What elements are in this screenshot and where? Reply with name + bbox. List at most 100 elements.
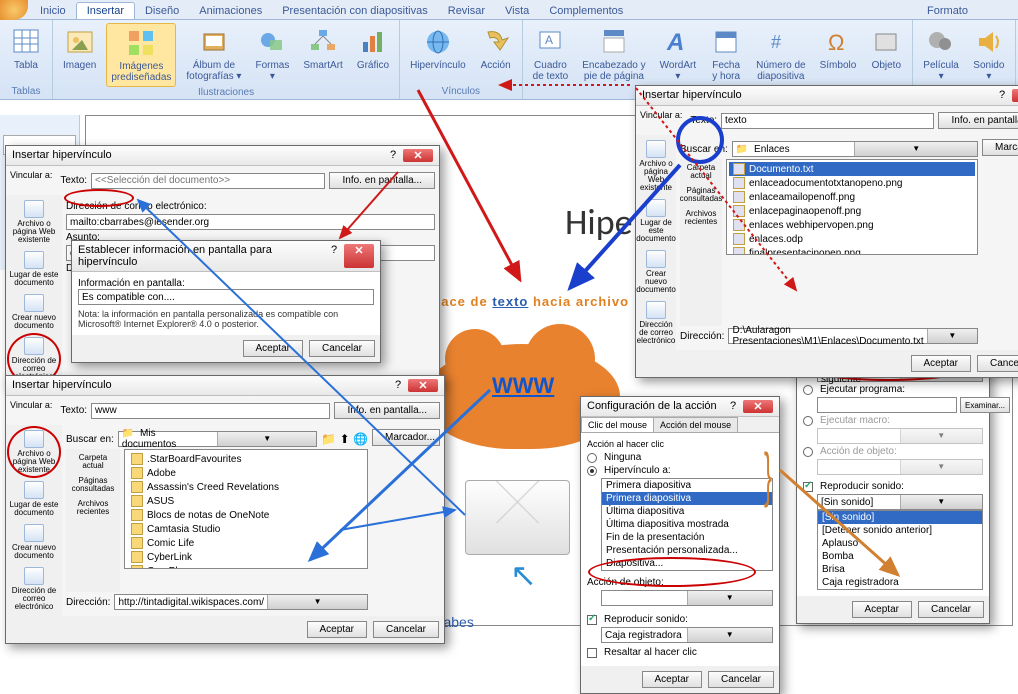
btn-accion[interactable]: Acción [476, 23, 516, 86]
file-item[interactable]: GomPlayer [127, 564, 365, 569]
slide-option[interactable]: Diapositiva... [602, 557, 772, 570]
programa-input[interactable] [817, 397, 957, 413]
tab-insertar[interactable]: Insertar [76, 2, 135, 19]
tab-vista[interactable]: Vista [495, 3, 539, 19]
file-item[interactable]: .StarBoardFavourites [127, 452, 365, 466]
btn-numero[interactable]: #Número de diapositiva [752, 23, 809, 86]
tab-formato[interactable]: Formato [917, 3, 978, 19]
chk-reproducir[interactable] [803, 482, 813, 492]
btn-encabezado[interactable]: Encabezado y pie de página [578, 23, 649, 86]
tab-inicio[interactable]: Inicio [30, 3, 76, 19]
sound-list[interactable]: [Sin sonido][Detener sonido anterior]Apl… [817, 510, 983, 590]
btn-grafico[interactable]: Gráfico [353, 23, 393, 87]
file-item[interactable]: enlaces.odp [729, 232, 975, 246]
tab-revisar[interactable]: Revisar [438, 3, 495, 19]
carpeta-actual[interactable]: Carpeta actual [68, 451, 118, 473]
file-item[interactable]: Blocs de notas de OneNote [127, 508, 365, 522]
cancelar-btn[interactable]: Cancelar [918, 601, 984, 618]
file-item[interactable]: CyberLink [127, 550, 365, 564]
aceptar-btn[interactable]: Aceptar [911, 355, 971, 372]
linkto-lugar[interactable]: Lugar de este documento [8, 478, 60, 520]
radio-hiper[interactable] [587, 466, 597, 476]
archivos-recientes[interactable]: Archivos recientes [68, 497, 118, 519]
cancelar-btn[interactable]: Cancelar [309, 340, 375, 357]
radio-obj[interactable] [803, 447, 813, 457]
file-list-enlaces[interactable]: Documento.txtenlaceadocumentotxtanopeno.… [726, 159, 978, 255]
tab-diseno[interactable]: Diseño [135, 3, 189, 19]
texto-input[interactable] [91, 173, 325, 189]
sonido-combo-2[interactable]: [Sin sonido]▼ [817, 494, 983, 510]
file-item[interactable]: finalpresentacinopen.png [729, 246, 975, 255]
linkto-lugar[interactable]: Lugar de este documento [638, 196, 674, 246]
linkto-lugar[interactable]: Lugar de este documento [8, 248, 60, 290]
slide-option[interactable]: Primera diapositiva [602, 492, 772, 505]
btn-album[interactable]: Álbum de fotografías ▾ [182, 23, 245, 87]
file-item[interactable]: enlaces webhipervopen.png [729, 218, 975, 232]
file-item[interactable]: Adobe [127, 466, 365, 480]
close-button[interactable]: ✕ [408, 379, 438, 392]
btn-sonido[interactable]: Sonido ▾ [969, 23, 1009, 86]
btn-wordart[interactable]: AWordArt ▾ [656, 23, 701, 86]
radio-ninguna[interactable] [587, 453, 597, 463]
chk-resaltar[interactable] [587, 648, 597, 658]
slide-option[interactable]: Última diapositiva mostrada [602, 518, 772, 531]
aceptar-btn[interactable]: Aceptar [243, 340, 303, 357]
archivos-recientes[interactable]: Archivos recientes [682, 207, 720, 229]
file-item[interactable]: Camtasia Studio [127, 522, 365, 536]
btn-predisenadas[interactable]: Imágenes prediseñadas [106, 23, 176, 87]
slide-target-list[interactable]: Primera diapositivaPrimera diapositivaÚl… [601, 478, 773, 571]
aceptar-btn[interactable]: Aceptar [307, 621, 367, 638]
linkto-nuevo[interactable]: Crear nuevo documento [8, 291, 60, 333]
cancelar-btn[interactable]: Cancelar [977, 355, 1018, 372]
btn-cuadro[interactable]: ACuadro de texto [529, 23, 573, 86]
aceptar-btn[interactable]: Aceptar [852, 601, 912, 618]
linkto-archivo[interactable]: Archivo o página Web existente [638, 137, 674, 195]
file-item[interactable]: Comic Life [127, 536, 365, 550]
direccion-combo[interactable]: D:\Aularagon Presentaciones\M1\Enlaces\D… [728, 328, 978, 344]
marcador-btn[interactable]: Marcador... [372, 429, 440, 446]
aceptar-btn[interactable]: Aceptar [642, 671, 702, 688]
tab-click[interactable]: Clic del mouse [581, 417, 654, 432]
texto-input[interactable] [91, 403, 330, 419]
linkto-archivo[interactable]: Archivo o página Web existente [8, 427, 60, 477]
file-item[interactable]: enlaceamailopenoff.png [729, 190, 975, 204]
paginas-consultadas[interactable]: Páginas consultadas [68, 474, 118, 496]
close-button[interactable]: ✕ [344, 244, 374, 268]
sonido-combo[interactable]: Caja registradora▼ [601, 627, 773, 643]
file-item[interactable]: Assassin's Creed Revelations [127, 480, 365, 494]
close-button[interactable]: ✕ [1012, 89, 1018, 102]
file-item[interactable]: enlaceadocumentotxtanopeno.png [729, 176, 975, 190]
tab-presentacion[interactable]: Presentación con diapositivas [272, 3, 438, 19]
btn-pelicula[interactable]: Película ▾ [919, 23, 963, 86]
buscar-combo[interactable]: 📁 Mis documentos▼ [118, 431, 318, 447]
info-pantalla-btn[interactable]: Info. en pantalla... [938, 112, 1018, 129]
info-pantalla-btn[interactable]: Info. en pantalla... [329, 172, 435, 189]
chk-reproducir[interactable] [587, 615, 597, 625]
slide-option[interactable]: Fin de la presentación [602, 531, 772, 544]
btn-hipervinculo[interactable]: Hipervínculo [406, 23, 470, 86]
linkto-correo[interactable]: Dirección de correo electrónico [638, 298, 674, 348]
btn-objeto[interactable]: Objeto [866, 23, 906, 86]
examinar-btn[interactable]: Examinar... [960, 397, 1010, 413]
direccion-combo[interactable]: http://tintadigital.wikispaces.com/▼ [114, 594, 368, 610]
sound-option[interactable]: Aplauso [818, 537, 982, 550]
accion-obj-combo[interactable]: ▼ [601, 590, 773, 606]
info-pantalla-btn[interactable]: Info. en pantalla... [334, 402, 440, 419]
tab-animaciones[interactable]: Animaciones [189, 3, 272, 19]
slide-option[interactable]: Última diapositiva [602, 505, 772, 518]
sound-option[interactable]: [Sin sonido] [818, 511, 982, 524]
paginas-consultadas[interactable]: Páginas consultadas [682, 184, 720, 206]
linkto-nuevo[interactable]: Crear nuevo documento [638, 247, 674, 297]
file-item[interactable]: Documento.txt [729, 162, 975, 176]
sound-option[interactable]: Caja registradora [818, 576, 982, 589]
tab-complementos[interactable]: Complementos [539, 3, 633, 19]
sound-option[interactable]: [Detener sonido anterior] [818, 524, 982, 537]
file-item[interactable]: ASUS [127, 494, 365, 508]
cancelar-btn[interactable]: Cancelar [708, 671, 774, 688]
btn-tabla[interactable]: Tabla [6, 23, 46, 86]
linkto-archivo[interactable]: Archivo o página Web existente [8, 197, 60, 247]
email-input[interactable] [66, 214, 435, 230]
btn-formas[interactable]: Formas ▾ [251, 23, 293, 87]
marcador-btn[interactable]: Marcador... [982, 139, 1018, 156]
screentip-input[interactable] [78, 289, 374, 305]
